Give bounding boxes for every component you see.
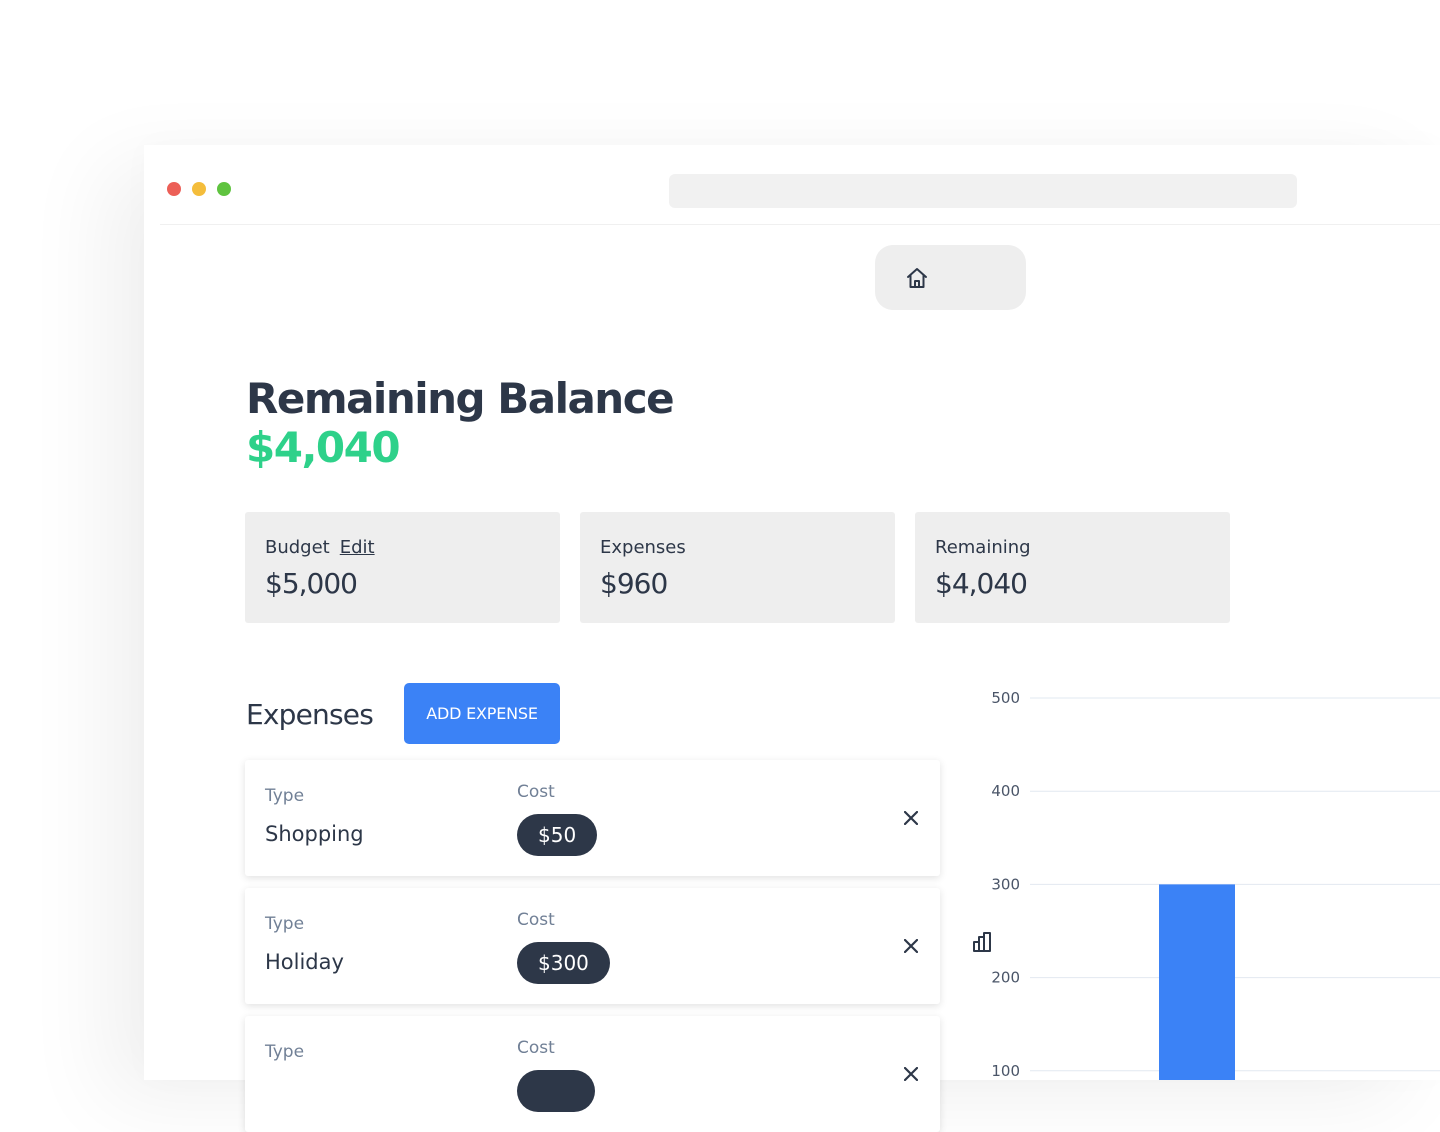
expense-cost-badge: $50 — [517, 814, 598, 856]
add-expense-button[interactable]: ADD EXPENSE — [404, 683, 560, 744]
window-close-dot[interactable] — [167, 182, 181, 196]
y-tick-label: 400 — [991, 782, 1020, 800]
address-bar[interactable] — [669, 174, 1297, 208]
expense-type-value: Shopping — [265, 822, 364, 846]
y-tick-label: 200 — [991, 969, 1020, 987]
expenses-card: Expenses $960 — [580, 512, 895, 623]
nav-bar — [875, 245, 1026, 952]
budget-label: Budget — [265, 537, 330, 558]
close-icon — [904, 811, 918, 825]
delete-expense-button[interactable] — [901, 808, 921, 828]
y-tick-label: 300 — [991, 875, 1020, 893]
expenses-label: Expenses — [600, 537, 686, 558]
expense-type-label: Type — [265, 786, 305, 806]
expense-type-label: Type — [265, 1042, 305, 1062]
budget-value: $5,000 — [265, 567, 358, 600]
close-icon — [904, 1067, 918, 1081]
window-maximize-dot[interactable] — [217, 182, 231, 196]
expense-item: Type Shopping Cost $50 — [245, 760, 940, 876]
expense-cost-badge: $300 — [517, 942, 610, 984]
page-title: Remaining Balance — [246, 374, 675, 423]
expense-cost-label: Cost — [517, 1038, 555, 1058]
remaining-label: Remaining — [935, 537, 1031, 558]
delete-expense-button[interactable] — [901, 936, 921, 956]
expenses-value: $960 — [600, 567, 668, 600]
expense-type-label: Type — [265, 914, 305, 934]
remaining-card: Remaining $4,040 — [915, 512, 1230, 623]
expense-cost-label: Cost — [517, 910, 555, 930]
y-tick-label: 100 — [991, 1062, 1020, 1080]
chart-bar[interactable] — [1159, 884, 1235, 1080]
expense-item: Type Holiday Cost $300 — [245, 888, 940, 1004]
close-icon — [904, 939, 918, 953]
delete-expense-button[interactable] — [901, 1064, 921, 1084]
expenses-chart: 500 400 300 200 100 — [991, 689, 1440, 1080]
remaining-balance-value: $4,040 — [246, 423, 401, 472]
expense-cost-badge — [517, 1070, 595, 1112]
window-minimize-dot[interactable] — [192, 182, 206, 196]
edit-budget-link[interactable]: Edit — [340, 537, 375, 558]
expense-cost-label: Cost — [517, 782, 555, 802]
window-divider — [160, 224, 1440, 225]
remaining-value: $4,040 — [935, 567, 1028, 600]
budget-card: Budget Edit $5,000 — [245, 512, 560, 623]
y-tick-label: 500 — [991, 689, 1020, 707]
home-icon — [907, 268, 927, 288]
expense-item: Type Cost — [245, 1016, 940, 1132]
home-nav-button[interactable] — [900, 261, 934, 295]
expenses-section-title: Expenses — [246, 698, 374, 731]
expense-type-value: Holiday — [265, 950, 344, 974]
budget-card-label-row: Budget Edit — [265, 537, 375, 558]
